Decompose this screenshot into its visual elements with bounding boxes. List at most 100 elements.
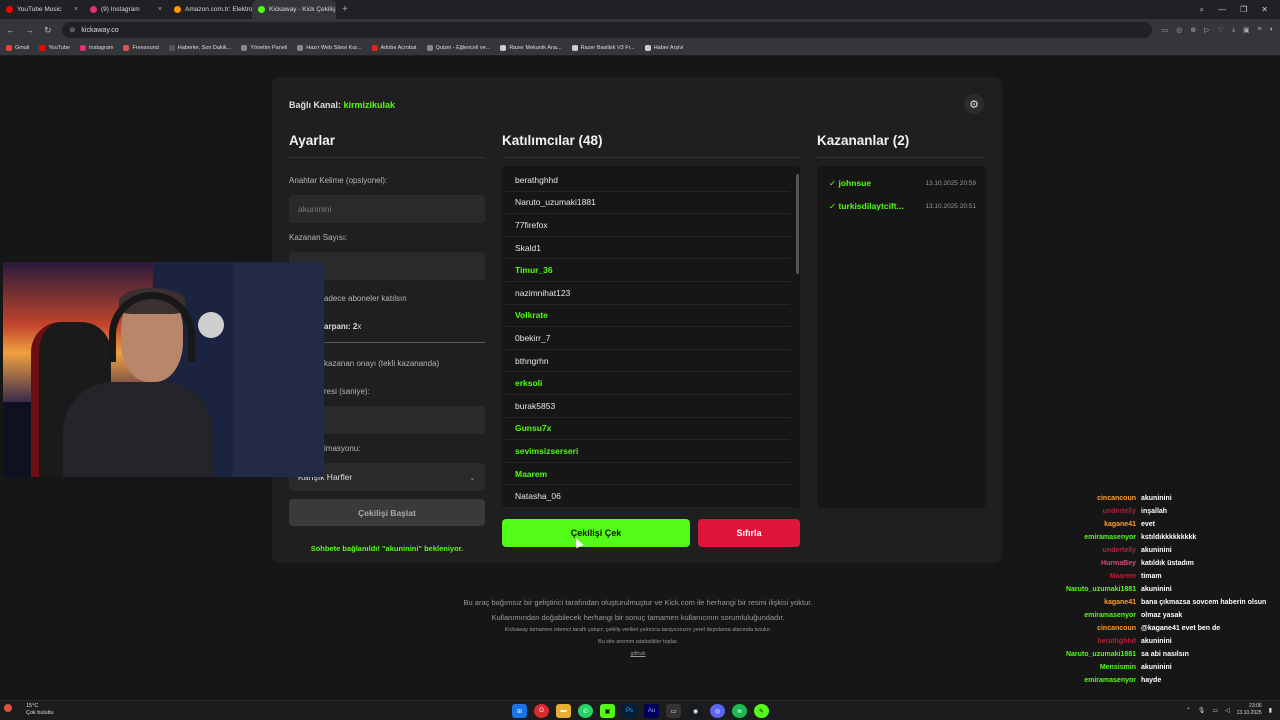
chat-message: Maarem timam <box>1010 570 1278 583</box>
settings-title: Ayarlar <box>289 133 336 148</box>
chat-message: kagane41 bana çıkmazsa sovcem haberin ols… <box>1010 596 1278 609</box>
favorite-icon[interactable]: ♡ <box>1218 26 1224 34</box>
search-tabs-icon[interactable]: ⌕ <box>1200 5 1204 15</box>
bookmark-favicon-icon <box>80 45 86 51</box>
bookmark-item[interactable]: Freesound <box>123 45 159 51</box>
bookmark-item[interactable]: Yönetim Paneli <box>241 45 287 51</box>
maximize-button[interactable]: ❐ <box>1240 5 1247 15</box>
github-link[interactable]: github <box>380 651 896 657</box>
bookmark-favicon-icon <box>571 45 578 51</box>
photoshop-icon[interactable]: Ps <box>622 704 637 718</box>
connected-channel: Bağlı Kanal: kirmizikulak <box>289 100 395 110</box>
chat-username: berathghhd <box>1097 638 1137 645</box>
forward-icon[interactable]: → <box>25 25 34 35</box>
menu-icon[interactable]: ≡ <box>1258 26 1262 34</box>
profile-icon[interactable]: ◐ <box>1270 26 1274 34</box>
bookmark-label: Instagram <box>89 45 114 51</box>
wallet-icon[interactable]: ▣ <box>1243 26 1250 34</box>
checkmark-icon: ✓ <box>829 178 837 188</box>
bookmark-item[interactable]: Haberler, Son Dakik... <box>168 45 231 51</box>
participant-row: Volkrate <box>505 305 790 328</box>
url-field[interactable]: ⊜ kickaway.co <box>61 22 1152 38</box>
draw-winner-button[interactable]: Çekilişi Çek <box>502 519 690 547</box>
address-bar-row: ← → ↻ ⊜ kickaway.co ▭ ◎ ⊕ ▷ ♡ ⤓ ▣ ≡ ◐ <box>0 19 1280 41</box>
bookmark-item[interactable]: YouTube <box>39 45 70 51</box>
bookmark-item[interactable]: Haber Arşivi <box>644 45 684 51</box>
browser-tab[interactable]: Kickaway - Kick Çekiliş Ar× <box>252 0 336 19</box>
weather-condition: Çok bulutlu <box>26 710 54 716</box>
zoom-icon[interactable]: ⊕ <box>1190 26 1196 34</box>
close-tab-icon[interactable]: × <box>158 6 162 13</box>
multiplier-slider[interactable] <box>324 342 485 343</box>
tab-label: YouTube Music <box>17 6 62 13</box>
reset-button[interactable]: Sıfırla <box>698 519 800 547</box>
chevron-up-icon[interactable]: ⌃ <box>1186 707 1191 714</box>
back-icon[interactable]: ← <box>6 25 15 35</box>
bookmark-item[interactable]: Razer Mekanik Ana... <box>500 45 562 51</box>
cast-icon[interactable]: ▭ <box>1162 26 1169 34</box>
bookmark-favicon-icon <box>500 45 507 51</box>
subs-only-label: adece aboneler katılsın <box>324 294 407 303</box>
stream-chat-overlay: cincancoun akuninini undertelly inşallah kag… <box>1010 492 1278 687</box>
audition-icon[interactable]: Au <box>644 704 659 718</box>
discord-icon[interactable]: ◎ <box>710 704 725 718</box>
microphone-icon[interactable]: 🎙 <box>1198 707 1206 714</box>
close-tab-icon[interactable]: × <box>74 6 78 13</box>
file-explorer-icon[interactable]: ▬ <box>556 704 571 718</box>
close-window-button[interactable]: ✕ <box>1261 5 1268 15</box>
browser-tab[interactable]: Amazon.com.tr: Elektroni× <box>168 0 252 19</box>
site-info-icon[interactable]: ⊜ <box>70 26 76 34</box>
chat-message: emiramasenyor kstıldıkkkkkkkkk <box>1010 531 1278 544</box>
screenshot-icon[interactable]: ◎ <box>1176 26 1182 34</box>
bookmark-item[interactable]: Adobe Acrobat <box>371 45 417 51</box>
kick-icon[interactable]: ▣ <box>600 704 615 718</box>
keyword-value: akuninini <box>298 204 332 214</box>
network-icon[interactable]: ▭ <box>1212 707 1218 714</box>
terminal-icon[interactable]: ▭ <box>666 704 681 718</box>
browser-tab-bar: YouTube Music × (9) Instagram × Amazon.com.t… <box>0 0 1280 19</box>
spotify-icon[interactable]: ≋ <box>732 704 747 718</box>
weather-icon <box>4 704 12 712</box>
play-icon[interactable]: ▷ <box>1204 26 1209 34</box>
volume-icon[interactable]: ◁ <box>1225 707 1230 714</box>
opera-icon[interactable]: O <box>534 704 549 718</box>
steam-icon[interactable]: ◉ <box>688 704 703 718</box>
whatsapp-icon[interactable]: ✆ <box>578 704 593 718</box>
bookmark-item[interactable]: Hazır Web Sitesi Kur... <box>297 45 362 51</box>
notification-icon[interactable]: ▮ <box>1269 707 1272 714</box>
settings-gear-icon[interactable]: ⚙ <box>964 94 984 114</box>
clock[interactable]: 23:06 13.10.2025 <box>1237 703 1262 717</box>
start-icon[interactable]: ⊞ <box>512 704 527 718</box>
channel-prefix: Bağlı Kanal: <box>289 100 342 110</box>
bookmark-label: Haber Arşivi <box>653 45 684 51</box>
minimize-button[interactable]: — <box>1218 5 1226 15</box>
app-icon[interactable]: ✎ <box>754 704 769 718</box>
participant-row: Gunsu7x <box>505 418 790 441</box>
scroll-thumb[interactable] <box>796 174 799 274</box>
browser-tab[interactable]: YouTube Music × <box>0 0 84 19</box>
weather-widget[interactable]: 15°C Çok bulutlu <box>26 703 54 717</box>
participant-row: berathghhd <box>505 169 790 192</box>
giveaway-panel: Bağlı Kanal: kirmizikulak ⚙ Ayarlar Anah… <box>272 77 1002 563</box>
chat-message: kagane41 evet <box>1010 518 1278 531</box>
keyword-input[interactable]: akuninini <box>289 195 485 223</box>
participants-list[interactable]: berathghhd Naruto_uzumaki1881 77firefox Ska… <box>502 166 800 508</box>
divider <box>289 157 485 158</box>
bookmark-label: Razer Mekanik Ana... <box>509 45 562 51</box>
download-icon[interactable]: ⤓ <box>1232 26 1235 34</box>
start-giveaway-button[interactable]: Çekilişi Başlat <box>289 499 485 526</box>
chat-text: kstıldıkkkkkkkkk <box>1141 534 1197 541</box>
window-controls: ⌕ — ❐ ✕ <box>1200 5 1280 15</box>
reload-icon[interactable]: ↻ <box>44 25 52 36</box>
channel-name: kirmizikulak <box>343 100 396 110</box>
participants-scrollbar[interactable] <box>794 166 800 508</box>
bookmark-item[interactable]: Quizei - Eğlenceli ve... <box>426 45 490 51</box>
winner-time: 13.10.2025 20:59 <box>925 180 976 187</box>
tab-favicon-icon <box>6 6 13 13</box>
new-tab-button[interactable]: + <box>336 4 354 15</box>
bookmark-item[interactable]: Gmail <box>6 45 29 51</box>
bookmark-item[interactable]: Instagram <box>80 45 113 51</box>
bookmark-item[interactable]: Razer Basilisk V3 Fr... <box>571 45 635 51</box>
browser-tab[interactable]: (9) Instagram × <box>84 0 168 19</box>
participant-row: sevimsizserseri <box>505 440 790 463</box>
